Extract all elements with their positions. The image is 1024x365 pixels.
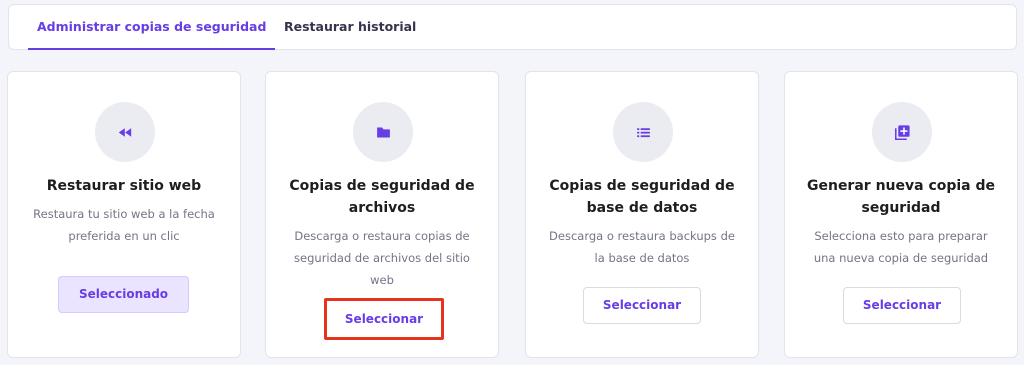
add-copy-icon [872, 102, 932, 162]
card-generate-backup: Generar nueva copia de seguridad Selecci… [784, 71, 1018, 358]
card-title: Copias de seguridad de archivos [289, 178, 475, 216]
folder-icon [353, 102, 413, 162]
list-icon [613, 102, 673, 162]
card-description: Descarga o restaura backups de la base d… [549, 229, 735, 265]
card-database-backups: Copias de seguridad de base de datos Des… [525, 71, 759, 358]
tab-restore-history[interactable]: Restaurar historial [276, 5, 424, 50]
card-title: Generar nueva copia de seguridad [806, 178, 996, 216]
select-generate-backup-button[interactable]: Seleccionar [843, 287, 961, 324]
select-file-backups-button[interactable]: Seleccionar [324, 298, 444, 340]
card-restore-website: Restaurar sitio web Restaura tu sitio we… [7, 71, 241, 358]
card-description: Restaura tu sitio web a la fecha preferi… [33, 207, 215, 243]
card-file-backups: Copias de seguridad de archivos Descarga… [265, 71, 499, 358]
card-description: Selecciona esto para preparar una nueva … [813, 229, 989, 265]
card-title: Copias de seguridad de base de datos [549, 178, 735, 216]
tab-manage-backups[interactable]: Administrar copias de seguridad [28, 5, 276, 50]
card-title: Restaurar sitio web [46, 178, 202, 194]
rewind-icon [95, 102, 155, 162]
selected-button[interactable]: Seleccionado [58, 276, 189, 313]
select-database-backups-button[interactable]: Seleccionar [583, 287, 701, 324]
card-description: Descarga o restaura copias de seguridad … [294, 229, 470, 287]
tabs-bar: Administrar copias de seguridad Restaura… [8, 4, 1017, 50]
